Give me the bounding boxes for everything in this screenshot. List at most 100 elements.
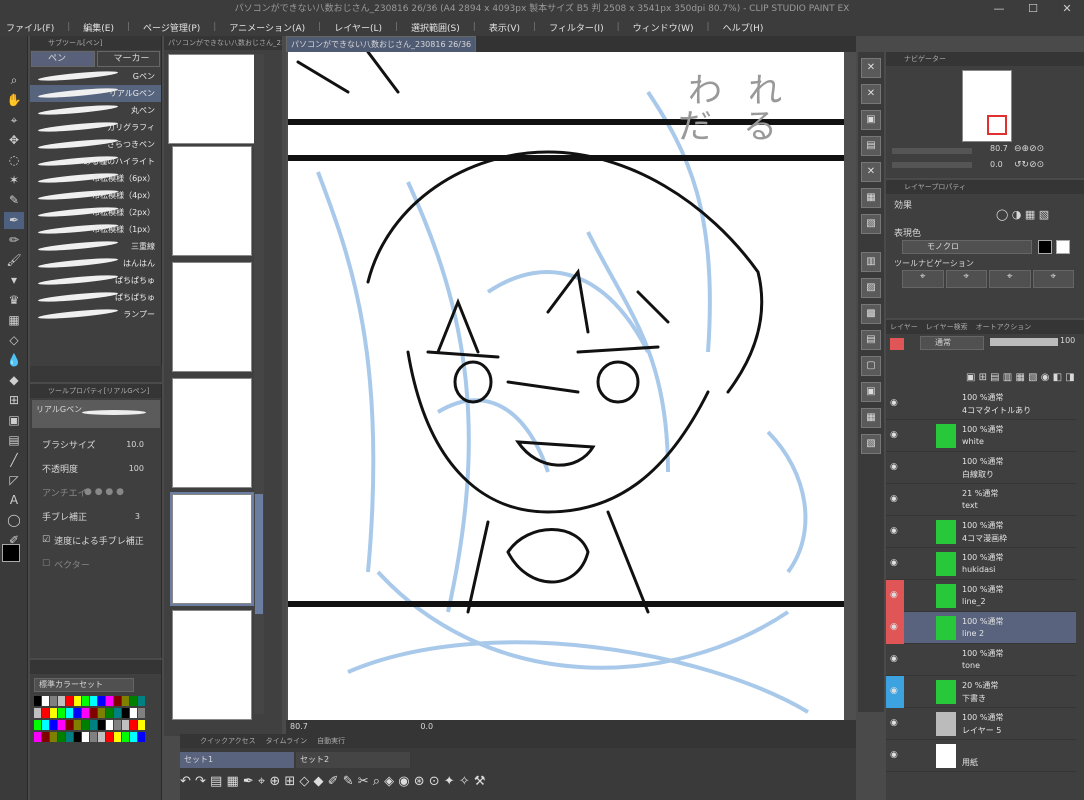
cmd-layer3-icon[interactable]: ▩ bbox=[861, 304, 881, 324]
brush-size-value[interactable]: 10.0 bbox=[126, 440, 144, 449]
color-swatch[interactable] bbox=[42, 708, 49, 718]
color-swatch[interactable] bbox=[122, 696, 129, 706]
operation-tool-icon[interactable]: ⌖ bbox=[4, 112, 24, 129]
color-swatch[interactable] bbox=[114, 708, 121, 718]
brush-item[interactable]: 市松模様（6px） bbox=[30, 170, 161, 187]
brush-item[interactable]: 市松模様（4px） bbox=[30, 187, 161, 204]
layer-color-swatch[interactable] bbox=[890, 338, 904, 350]
layer-row[interactable]: ◉ 100 %通常 hukidasi bbox=[886, 548, 1076, 580]
color-swatch[interactable] bbox=[74, 696, 81, 706]
layer-row[interactable]: ◉ 100 %通常 4コマ漫画枠 bbox=[886, 516, 1076, 548]
color-swatch[interactable] bbox=[50, 708, 57, 718]
cmd-save-icon[interactable]: ▤ bbox=[861, 136, 881, 156]
pencil-tool-icon[interactable]: ✏ bbox=[4, 232, 24, 249]
menu-file[interactable]: ファイル(F) bbox=[6, 21, 54, 34]
color-swatch[interactable] bbox=[66, 708, 73, 718]
ruler-tool-icon[interactable]: ◸ bbox=[4, 472, 24, 489]
blend-tool-icon[interactable]: 💧 bbox=[4, 352, 24, 369]
layer-row[interactable]: ◉ 100 %通常 white bbox=[886, 420, 1076, 452]
page-thumb-24[interactable] bbox=[172, 262, 252, 372]
eye-icon[interactable]: ◉ bbox=[890, 398, 900, 408]
brush-item[interactable]: リアルGペン bbox=[30, 85, 161, 102]
color-swatch[interactable] bbox=[106, 720, 113, 730]
page-thumb-22[interactable] bbox=[168, 54, 256, 144]
vector-checkbox-icon[interactable]: ☐ bbox=[42, 559, 50, 569]
cmd-layer8-icon[interactable]: ▧ bbox=[861, 434, 881, 454]
layer-tools-icon[interactable]: ▣ ⊞ ▤ ▥ ▦ ▧ ◉ ◧ ◨ bbox=[966, 372, 1075, 383]
menu-layer[interactable]: レイヤー(L) bbox=[334, 21, 382, 34]
menu-selection[interactable]: 選択範囲(S) bbox=[411, 21, 460, 34]
brush-item[interactable]: Gペン bbox=[30, 68, 161, 85]
eye-icon[interactable]: ◉ bbox=[890, 750, 900, 760]
menu-edit[interactable]: 編集(E) bbox=[83, 21, 114, 34]
tab-quick-access[interactable]: クイックアクセス bbox=[200, 734, 256, 748]
cmd-layer6-icon[interactable]: ▣ bbox=[861, 382, 881, 402]
layer-row[interactable]: ◉ 100 %通常 4コマタイトルあり bbox=[886, 388, 1076, 420]
layer-row[interactable]: ◉ 用紙 bbox=[886, 740, 1076, 772]
layer-row[interactable]: ◉ 21 %通常 text bbox=[886, 484, 1076, 516]
fill-tool-icon[interactable]: ◆ bbox=[4, 372, 24, 389]
color-swatch[interactable] bbox=[90, 732, 97, 742]
color-swatch[interactable] bbox=[42, 732, 49, 742]
color-swatch[interactable] bbox=[42, 696, 49, 706]
canvas-rot-value[interactable]: 0.0 bbox=[420, 722, 433, 731]
color-swatch[interactable] bbox=[74, 708, 81, 718]
color-swatch[interactable] bbox=[130, 720, 137, 730]
cmd-layer7-icon[interactable]: ▦ bbox=[861, 408, 881, 428]
toolnav-4-icon[interactable]: ⌖ bbox=[1032, 270, 1074, 288]
layer-opacity-slider[interactable] bbox=[990, 338, 1058, 346]
brush-item[interactable]: ぱちぱちゅ bbox=[30, 289, 161, 306]
menu-view[interactable]: 表示(V) bbox=[489, 21, 520, 34]
color-swatch[interactable] bbox=[138, 696, 145, 706]
eyedropper-icon[interactable]: ✎ bbox=[4, 192, 24, 209]
cmd-close2-icon[interactable]: ✕ bbox=[861, 84, 881, 104]
layer-row[interactable]: ◉ 100 %通常 tone bbox=[886, 644, 1076, 676]
page-thumb-25[interactable] bbox=[172, 378, 252, 488]
tab-auto-action[interactable]: オートアクション bbox=[976, 320, 1032, 334]
color-swatch[interactable] bbox=[74, 720, 81, 730]
tab-pen[interactable]: ペン bbox=[31, 51, 95, 67]
color-swatch[interactable] bbox=[34, 720, 41, 730]
main-color-swatch[interactable] bbox=[2, 544, 20, 562]
color-swatch[interactable] bbox=[50, 696, 57, 706]
color-swatch[interactable] bbox=[114, 732, 121, 742]
cmd-layer4-icon[interactable]: ▤ bbox=[861, 330, 881, 350]
vector-row[interactable]: ☐ ベクター bbox=[30, 552, 162, 576]
color-swatch[interactable] bbox=[98, 732, 105, 742]
zoom-slider[interactable] bbox=[892, 148, 972, 154]
menu-page[interactable]: ページ管理(P) bbox=[143, 21, 200, 34]
navigator-viewport[interactable] bbox=[987, 115, 1007, 135]
move-tool-icon[interactable]: ✥ bbox=[4, 132, 24, 149]
color-swatch[interactable] bbox=[82, 720, 89, 730]
color-swatch[interactable] bbox=[138, 732, 145, 742]
layer-row[interactable]: ◉ 100 %通常 レイヤー 5 bbox=[886, 708, 1076, 740]
magic-wand-icon[interactable]: ✶ bbox=[4, 172, 24, 189]
color-swatch[interactable] bbox=[34, 708, 41, 718]
color-swatch[interactable] bbox=[58, 732, 65, 742]
color-swatch[interactable] bbox=[82, 696, 89, 706]
page-thumb-26[interactable] bbox=[170, 492, 254, 606]
opacity-value[interactable]: 100 bbox=[129, 464, 144, 473]
color-swatch[interactable] bbox=[98, 696, 105, 706]
tab-layer[interactable]: レイヤー bbox=[890, 320, 918, 334]
color-swatch[interactable] bbox=[130, 708, 137, 718]
color-swatch[interactable] bbox=[58, 696, 65, 706]
minimize-button[interactable]: — bbox=[982, 0, 1016, 18]
brush-item[interactable]: ある種のハイライト bbox=[30, 153, 161, 170]
decoration-tool-icon[interactable]: ♛ bbox=[4, 292, 24, 309]
tab-layer-search[interactable]: レイヤー検索 bbox=[926, 320, 968, 334]
quick-access-icons[interactable]: ↶ ↷ ▤ ▦ ✒ ⌖ ⊕ ⊞ ◇ ◆ ✐ ✎ ✂ ⌕ ◈ ◉ ⊛ ⊙ ✦ ✧ … bbox=[180, 774, 856, 794]
eye-icon[interactable]: ◉ bbox=[890, 462, 900, 472]
layer-row[interactable]: ◉ 100 %通常 line_2 bbox=[886, 580, 1076, 612]
menu-filter[interactable]: フィルター(I) bbox=[549, 21, 604, 34]
cmd-ruler-icon[interactable]: ▧ bbox=[861, 214, 881, 234]
color-swatch[interactable] bbox=[106, 708, 113, 718]
stabilize-row[interactable]: 手ブレ補正 3 bbox=[30, 504, 162, 528]
color-swatch[interactable] bbox=[66, 720, 73, 730]
color-swatch[interactable] bbox=[106, 696, 113, 706]
brush-tool-icon[interactable]: 🖌 bbox=[4, 252, 24, 269]
zoom-tool-icon[interactable]: ⌕ bbox=[4, 72, 24, 89]
color-swatch[interactable] bbox=[34, 696, 41, 706]
cmd-close-icon[interactable]: ✕ bbox=[861, 58, 881, 78]
rotate-slider[interactable] bbox=[892, 162, 972, 168]
